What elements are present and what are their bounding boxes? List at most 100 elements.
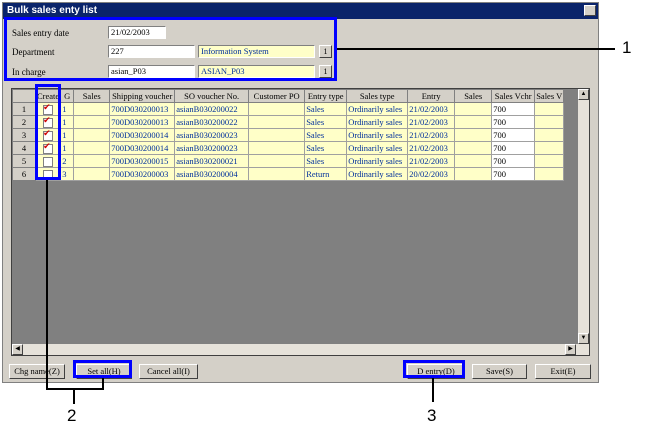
cell-po[interactable]	[248, 167, 306, 181]
cell-sales2[interactable]	[454, 115, 493, 129]
set-all-button[interactable]: Set all(H)	[76, 364, 132, 379]
col-sales-type[interactable]: Sales type	[346, 89, 409, 103]
cell-sales[interactable]	[73, 115, 111, 129]
create-checkbox[interactable]	[43, 156, 54, 167]
cell-stype[interactable]: Ordinarily sales	[346, 154, 409, 168]
cell-g[interactable]: 2	[60, 154, 75, 168]
cell-vchr[interactable]: 700	[491, 167, 536, 181]
cell-g[interactable]: 1	[60, 115, 75, 129]
cell-ship[interactable]: 700D030200014	[109, 141, 176, 155]
create-checkbox[interactable]	[43, 141, 54, 154]
cell-stype[interactable]: Ordinarily sales	[346, 167, 409, 181]
cell-_sv[interactable]	[534, 115, 565, 129]
cell-g[interactable]: 1	[60, 102, 75, 116]
table-row[interactable]: 4 1 700D030200014asianB030200023 SalesOrdin…	[12, 141, 565, 155]
cell-so[interactable]: asianB030200023	[174, 128, 250, 142]
cell-po[interactable]	[248, 102, 306, 116]
cell-etype[interactable]: Sales	[304, 115, 348, 129]
table-row[interactable]: 2 1 700D030200013asianB030200022 SalesOrdin…	[12, 115, 565, 129]
cell-entry[interactable]: 21/02/2003	[407, 115, 456, 129]
cell-etype[interactable]: Sales	[304, 141, 348, 155]
sales-entry-date-field[interactable]: 21/02/2003	[108, 26, 166, 39]
cell-sales[interactable]	[73, 154, 111, 168]
department-code-field[interactable]: 227	[108, 45, 195, 58]
cell-ship[interactable]: 700D030200003	[109, 167, 176, 181]
cell-ship[interactable]: 700D030200015	[109, 154, 176, 168]
in-charge-code-field[interactable]: asian_P03	[108, 65, 195, 78]
d-entry-button[interactable]: D entry(D)	[407, 364, 465, 379]
cell-po[interactable]	[248, 154, 306, 168]
cell-sales[interactable]	[73, 128, 111, 142]
cell-so[interactable]: asianB030200021	[174, 154, 250, 168]
col-customer-po[interactable]: Customer PO	[248, 89, 306, 103]
create-checkbox[interactable]	[43, 169, 54, 180]
cell-_sv[interactable]	[534, 141, 565, 155]
cell-stype[interactable]: Ordinarily sales	[346, 102, 409, 116]
cell-etype[interactable]: Sales	[304, 128, 348, 142]
col-sales-vchr[interactable]: Sales Vchr	[491, 89, 536, 103]
scroll-up-icon[interactable]: ▲	[578, 89, 589, 100]
cell-sales2[interactable]	[454, 102, 493, 116]
cell-vchr[interactable]: 700	[491, 141, 536, 155]
cell-sales2[interactable]	[454, 128, 493, 142]
cell-etype[interactable]: Sales	[304, 154, 348, 168]
table-row[interactable]: 6 3 700D030200003 asianB030200004 Return Ordi…	[12, 167, 565, 181]
cell-so[interactable]: asianB030200022	[174, 102, 250, 116]
table-row[interactable]: 1 1 700D030200013asianB030200022 SalesOrdin…	[12, 102, 565, 116]
col-sales-2[interactable]: Sales	[454, 89, 493, 103]
cell-g[interactable]: 1	[60, 128, 75, 142]
row-number[interactable]: 1	[12, 102, 36, 116]
cell-so[interactable]: asianB030200023	[174, 141, 250, 155]
create-checkbox[interactable]	[43, 102, 54, 115]
cell-etype[interactable]: Sales	[304, 102, 348, 116]
cell-so[interactable]: asianB030200022	[174, 115, 250, 129]
cell-sales[interactable]	[73, 167, 111, 181]
table-row[interactable]: 3 1 700D030200014asianB030200023 SalesOrdin…	[12, 128, 565, 142]
cell-_sv[interactable]	[534, 128, 565, 142]
cell-etype[interactable]: Return	[304, 167, 348, 181]
cell-vchr[interactable]: 700	[491, 102, 536, 116]
horizontal-scrollbar[interactable]: ◀ ▶	[12, 344, 578, 355]
col-entry[interactable]: Entry	[407, 89, 456, 103]
cell-ship[interactable]: 700D030200014	[109, 128, 176, 142]
cell-stype[interactable]: Ordinarily sales	[346, 141, 409, 155]
cell-sales[interactable]	[73, 141, 111, 155]
cell-vchr[interactable]: 700	[491, 115, 536, 129]
row-number[interactable]: 5	[12, 154, 36, 168]
cell-_sv[interactable]	[534, 102, 565, 116]
sales-grid[interactable]: Create G Sales Shipping voucher SO vouch…	[11, 88, 590, 356]
cell-g[interactable]: 3	[60, 167, 75, 181]
cell-stype[interactable]: Ordinarily sales	[346, 128, 409, 142]
vertical-scrollbar[interactable]: ▲ ▼	[578, 89, 589, 355]
cell-stype[interactable]: Ordinarily sales	[346, 115, 409, 129]
cell-vchr[interactable]: 700	[491, 154, 536, 168]
department-lookup-button[interactable]: 1	[319, 45, 332, 58]
cell-_sv[interactable]	[534, 167, 565, 181]
cell-_sv[interactable]	[534, 154, 565, 168]
cell-vchr[interactable]: 700	[491, 128, 536, 142]
save-button[interactable]: Save(S)	[472, 364, 527, 379]
cell-entry[interactable]: 21/02/2003	[407, 102, 456, 116]
cell-sales2[interactable]	[454, 141, 493, 155]
cell-sales[interactable]	[73, 102, 111, 116]
row-number[interactable]: 3	[12, 128, 36, 142]
create-checkbox[interactable]	[43, 128, 54, 141]
cell-entry[interactable]: 21/02/2003	[407, 128, 456, 142]
in-charge-lookup-button[interactable]: 1	[319, 65, 332, 78]
scroll-left-icon[interactable]: ◀	[12, 344, 23, 355]
close-icon[interactable]	[584, 5, 596, 16]
col-shipping-voucher[interactable]: Shipping voucher	[109, 89, 176, 103]
row-number[interactable]: 2	[12, 115, 36, 129]
cell-po[interactable]	[248, 115, 306, 129]
col-entry-type[interactable]: Entry type	[304, 89, 348, 103]
cell-ship[interactable]: 700D030200013	[109, 115, 176, 129]
cell-so[interactable]: asianB030200004	[174, 167, 250, 181]
scroll-down-icon[interactable]: ▼	[578, 333, 589, 344]
cell-ship[interactable]: 700D030200013	[109, 102, 176, 116]
cell-po[interactable]	[248, 128, 306, 142]
row-number[interactable]: 6	[12, 167, 36, 181]
exit-button[interactable]: Exit(E)	[535, 364, 591, 379]
col-sales-v[interactable]: Sales V	[534, 89, 565, 103]
cell-sales2[interactable]	[454, 167, 493, 181]
col-so-voucher[interactable]: SO voucher No.	[174, 89, 250, 103]
